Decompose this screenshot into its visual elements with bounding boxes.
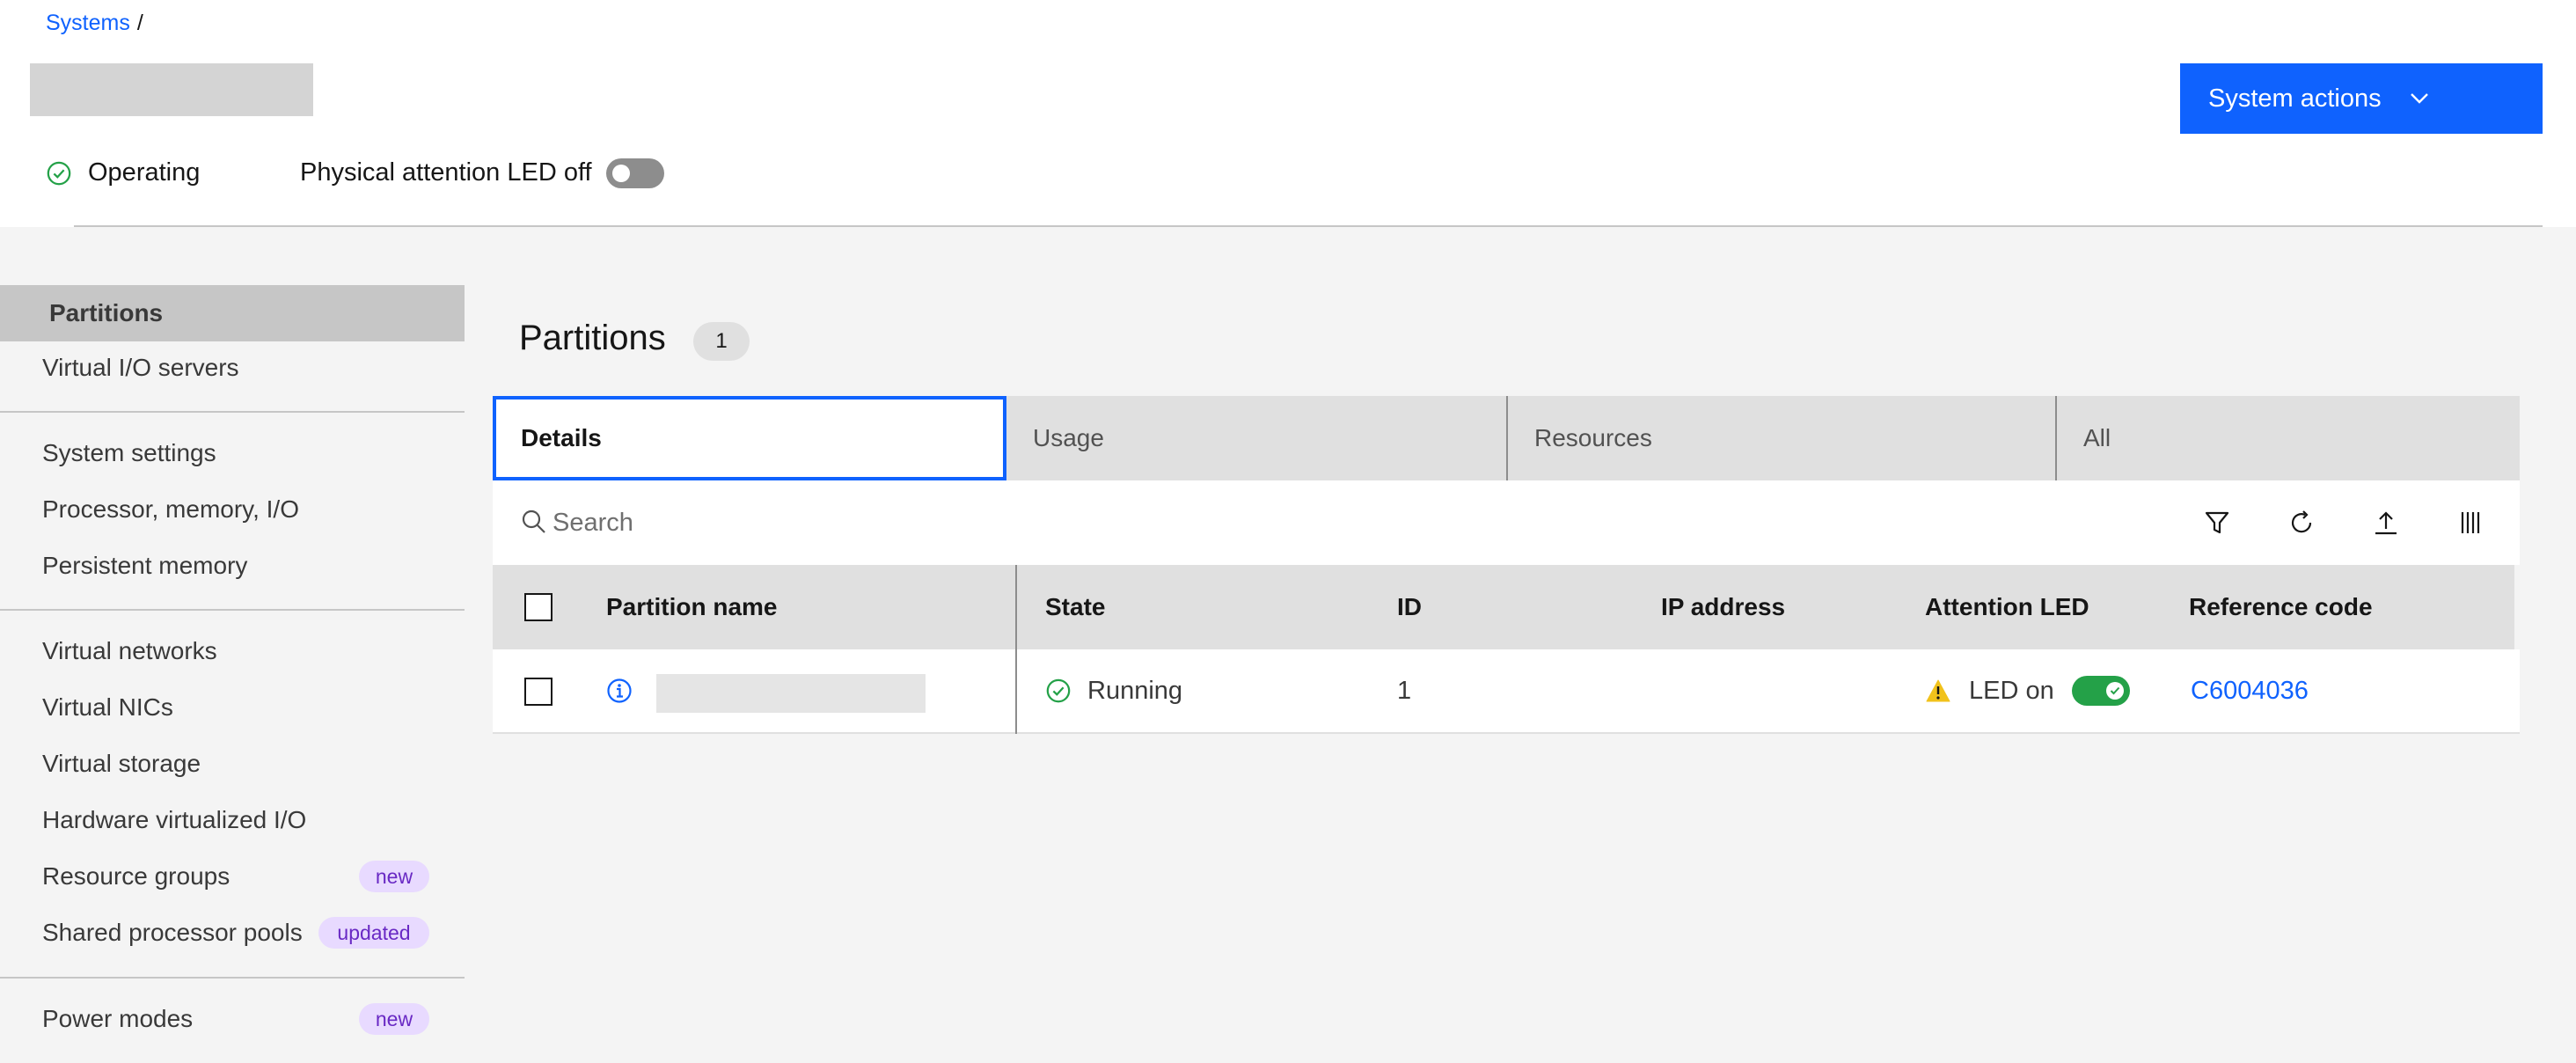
sidebar-item-virtual-io-servers[interactable]: Virtual I/O servers: [0, 340, 465, 396]
tab-usage[interactable]: Usage: [1006, 396, 1504, 480]
search-icon: [522, 510, 545, 533]
sidebar-item-label: Virtual NICs: [42, 693, 173, 721]
select-all-checkbox[interactable]: [524, 593, 553, 621]
system-actions-button[interactable]: System actions: [2180, 63, 2543, 134]
row-checkbox[interactable]: [524, 678, 553, 706]
sidebar-item-label: Virtual storage: [42, 750, 201, 777]
sidebar-item-virtual-networks[interactable]: Virtual networks: [0, 623, 465, 679]
sidebar-divider: [0, 609, 465, 611]
sidebar-item-persistent-memory[interactable]: Persistent memory: [0, 538, 465, 594]
chevron-down-icon: [2410, 93, 2428, 104]
column-header-reference-code[interactable]: Reference code: [2189, 565, 2373, 649]
columns-icon: [2461, 512, 2480, 533]
column-header-state[interactable]: State: [1045, 565, 1105, 649]
sidebar-item-label: Virtual networks: [42, 637, 217, 664]
sidebar-item-label: Virtual I/O servers: [42, 354, 239, 381]
led-status-text: LED on: [1969, 676, 2054, 705]
physical-led-toggle[interactable]: [606, 158, 664, 188]
sidebar-item-label: Hardware virtualized I/O: [42, 806, 307, 833]
system-status: Operating: [46, 158, 200, 187]
reference-code-cell: C6004036: [2191, 649, 2309, 732]
attention-led-cell: LED on: [1925, 649, 2130, 732]
refresh-button[interactable]: [2282, 503, 2321, 542]
table-header: Partition name State ID IP address Atten…: [493, 565, 2514, 649]
frozen-column-separator: [1015, 565, 1017, 734]
new-tag: new: [359, 1003, 429, 1035]
sidebar-item-processor-memory-io[interactable]: Processor, memory, I/O: [0, 481, 465, 538]
warning-icon: [1926, 679, 1950, 702]
updated-tag: updated: [318, 917, 429, 949]
sidebar-divider: [0, 411, 465, 413]
sidebar-item-power-modes[interactable]: Power modes new: [0, 991, 465, 1047]
sidebar-item-virtual-storage[interactable]: Virtual storage: [0, 736, 465, 792]
sidebar-item-shared-processor-pools[interactable]: Shared processor pools updated: [0, 905, 465, 961]
checkmark-icon: [2110, 686, 2119, 695]
sidebar-item-label: Power modes: [42, 1005, 194, 1032]
filter-button[interactable]: [2198, 503, 2236, 542]
physical-led-label: Physical attention LED off: [300, 158, 592, 187]
breadcrumb-systems-link[interactable]: Systems: [46, 11, 130, 36]
filter-icon: [2205, 511, 2229, 534]
sidebar-item-hardware-virtualized-io[interactable]: Hardware virtualized I/O: [0, 792, 465, 848]
attention-led-toggle[interactable]: [2071, 676, 2130, 706]
new-tag: new: [359, 861, 429, 892]
state-cell: Running: [1045, 649, 1182, 732]
table-row[interactable]: Running 1 LED on C6004036: [493, 649, 2520, 734]
toggle-knob: [612, 165, 630, 182]
tab-all[interactable]: All: [2057, 396, 2520, 480]
sidebar-item-label: Shared processor pools: [42, 919, 303, 946]
toggle-knob: [2105, 682, 2124, 700]
tab-label: Resources: [1534, 424, 1652, 451]
sidebar-divider: [0, 977, 465, 979]
partition-count-badge: 1: [693, 322, 750, 361]
partition-name-redacted: [656, 674, 926, 713]
tab-resources[interactable]: Resources: [1508, 396, 2022, 480]
page-header: Systems / Operating Physical attention L…: [0, 0, 2576, 227]
breadcrumb-separator: /: [136, 11, 143, 35]
export-button[interactable]: [2367, 503, 2405, 542]
state-text: Running: [1087, 676, 1183, 705]
tab-details[interactable]: Details: [493, 396, 1006, 480]
sidebar-item-label: System settings: [42, 439, 216, 466]
check-circle-icon: [1046, 678, 1071, 703]
status-text: Operating: [88, 158, 201, 187]
column-header-partition-name[interactable]: Partition name: [606, 565, 777, 649]
sidebar-item-virtual-nics[interactable]: Virtual NICs: [0, 679, 465, 736]
reference-code-link[interactable]: C6004036: [2191, 677, 2309, 706]
breadcrumb: Systems /: [46, 11, 143, 36]
column-settings-button[interactable]: [2451, 503, 2490, 542]
column-header-attention-led[interactable]: Attention LED: [1925, 565, 2089, 649]
page-title: Partitions: [519, 319, 666, 357]
tab-label: Details: [521, 424, 602, 451]
info-icon[interactable]: [606, 678, 633, 704]
sidebar-item-label: Processor, memory, I/O: [42, 495, 299, 523]
sidebar-item-label: Partitions: [49, 299, 164, 326]
id-cell: 1: [1397, 676, 1412, 705]
tab-label: Usage: [1033, 424, 1104, 451]
export-icon: [2375, 511, 2397, 535]
search-input[interactable]: [551, 498, 1782, 547]
sidebar-item-resource-groups[interactable]: Resource groups new: [0, 848, 465, 905]
view-tabs: Details Usage Resources All: [493, 396, 2520, 480]
sidebar-item-partitions[interactable]: Partitions: [0, 285, 465, 341]
check-circle-icon: [47, 161, 71, 185]
column-header-id[interactable]: ID: [1397, 565, 1422, 649]
system-actions-label: System actions: [2208, 84, 2382, 113]
sidebar-item-system-settings[interactable]: System settings: [0, 425, 465, 481]
sidebar-item-label: Resource groups: [42, 862, 231, 890]
refresh-icon: [2291, 510, 2312, 533]
column-header-ip-address[interactable]: IP address: [1661, 565, 1785, 649]
sidebar-item-label: Persistent memory: [42, 552, 248, 579]
system-name-redacted: [30, 63, 313, 116]
table-toolbar: [493, 480, 2520, 565]
tab-label: All: [2083, 424, 2111, 451]
